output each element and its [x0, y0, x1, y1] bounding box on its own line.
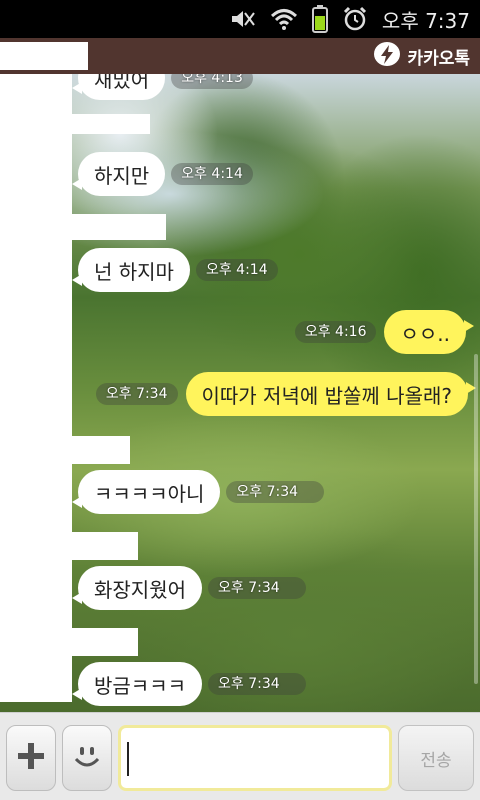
message-row: 넌 하지마 오후 4:14 — [72, 248, 278, 292]
message-time: 오후 4:14 — [195, 259, 278, 281]
name-mask — [72, 114, 150, 134]
message-row: ㅋㅋㅋㅋ아니 오후 7:34 — [71, 470, 325, 514]
message-input[interactable] — [121, 728, 389, 788]
name-mask — [72, 214, 166, 240]
scrollbar[interactable] — [474, 354, 478, 684]
message-input-wrapper — [118, 725, 392, 791]
message-time: 오후 4:14 — [171, 163, 253, 185]
message-row: 재밌어 오후 4:13 — [71, 74, 253, 100]
name-mask — [72, 532, 138, 560]
chat-area[interactable]: 재밌어 오후 4:13 하지만 오후 4:14 넌 하지마 오후 4:14 오후… — [0, 74, 480, 712]
wifi-icon — [270, 7, 298, 31]
plus-icon — [16, 741, 46, 775]
chat-header: 카카오톡 — [0, 38, 480, 74]
message-bubble[interactable]: 방금ㅋㅋㅋ — [72, 662, 202, 706]
message-row: 화장지웠어 오후 7:34 — [72, 566, 306, 610]
emoticon-button[interactable] — [62, 725, 112, 791]
message-time: 오후 7:34 — [95, 383, 178, 405]
mute-icon — [230, 7, 256, 31]
name-mask — [72, 628, 138, 656]
message-bubble[interactable]: 넌 하지마 — [72, 248, 190, 292]
message-bubble[interactable]: 재밌어 — [71, 74, 166, 100]
message-row: 오후 7:34 이따가 저녁에 밥쏠께 나올래? — [95, 372, 476, 416]
chat-title-area — [0, 42, 88, 70]
message-time: 오후 7:34 — [208, 673, 306, 695]
battery-icon — [311, 5, 328, 33]
message-row: 하지만 오후 4:14 — [71, 152, 253, 196]
message-bubble[interactable]: 화장지웠어 — [72, 566, 202, 610]
message-bubble[interactable]: ㅇㅇ.. — [384, 310, 474, 354]
brand-name: 카카오톡 — [407, 48, 470, 69]
message-bubble[interactable]: 하지만 — [71, 152, 166, 196]
message-time: 오후 4:13 — [171, 74, 253, 89]
message-row: 방금ㅋㅋㅋ 오후 7:34 — [72, 662, 306, 706]
alarm-icon — [342, 6, 368, 32]
name-mask — [72, 436, 130, 464]
message-time: 오후 7:34 — [226, 481, 325, 503]
kakao-logo-icon — [373, 41, 401, 72]
message-bubble[interactable]: ㅋㅋㅋㅋ아니 — [71, 470, 221, 514]
message-row: 오후 4:16 ㅇㅇ.. — [294, 310, 474, 354]
message-bubble[interactable]: 이따가 저녁에 밥쏠께 나올래? — [185, 372, 476, 416]
input-bar: 전송 — [0, 712, 480, 800]
status-bar: 오후 7:37 — [0, 0, 480, 38]
brand: 카카오톡 — [373, 38, 470, 74]
status-time: 오후 7:37 — [381, 8, 470, 33]
smiley-icon — [71, 740, 103, 776]
send-button[interactable]: 전송 — [398, 725, 474, 791]
side-panel — [0, 74, 72, 702]
message-time: 오후 7:34 — [208, 577, 306, 599]
add-button[interactable] — [6, 725, 56, 791]
message-time: 오후 4:16 — [294, 321, 377, 343]
